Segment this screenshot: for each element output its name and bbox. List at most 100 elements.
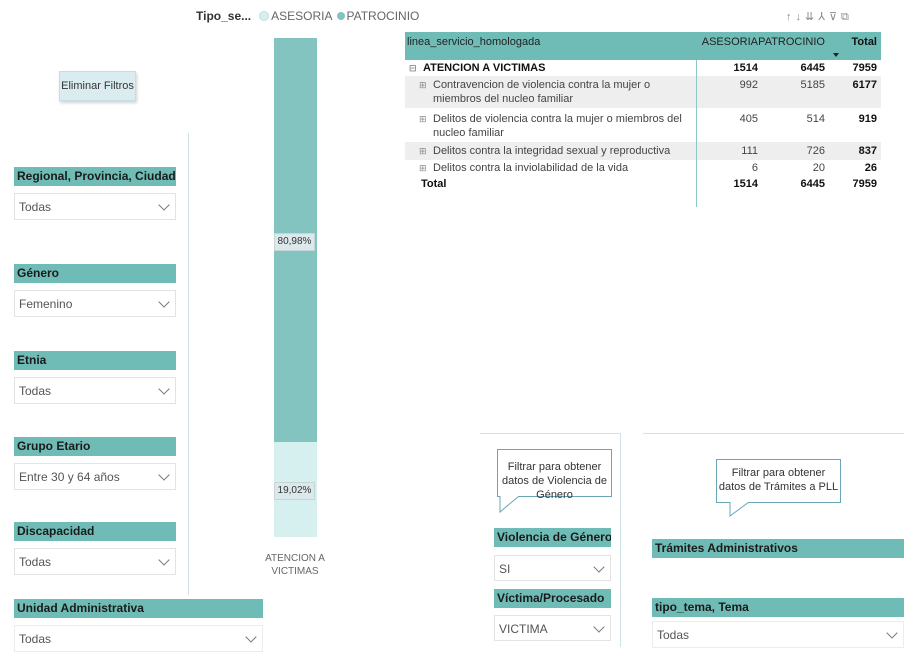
cell-asesoria: 1514 <box>733 178 758 190</box>
chevron-down-icon <box>593 621 605 633</box>
admin-unit-dropdown-value: Todas <box>19 632 52 646</box>
row-label: Delitos contra la integridad sexual y re… <box>433 145 671 157</box>
chart-legend: Tipo_se... ASESORIA PATROCINIO <box>196 9 419 23</box>
region-dropdown[interactable]: Todas <box>14 193 176 220</box>
hierarchy-icon[interactable]: ⅄ <box>818 11 829 23</box>
chevron-down-icon <box>158 554 170 566</box>
cell-patrocinio: 726 <box>806 145 825 157</box>
expand-icon[interactable]: ⊞ <box>419 78 433 108</box>
slicer-age-group-title: Grupo Etario <box>14 437 176 456</box>
clear-filters-button[interactable]: Eliminar Filtros <box>59 71 136 101</box>
cell-total: 26 <box>864 162 877 174</box>
chevron-down-icon <box>158 199 170 211</box>
cell-patrocinio: 6445 <box>800 178 825 190</box>
slicer-gender-violence-title: Violencia de Género <box>494 528 611 547</box>
gender-dropdown-value: Femenino <box>19 297 73 311</box>
slicer-gender: Género Femenino <box>14 264 176 317</box>
focus-mode-icon[interactable]: ⧉ <box>841 11 853 23</box>
gender-violence-dropdown-value: SI <box>499 562 511 576</box>
slicer-admin-procedures: Trámites Administrativos <box>652 539 904 558</box>
legend-item-patrocinio[interactable]: PATROCINIO <box>347 9 420 23</box>
slicer-disability: Discapacidad Todas <box>14 522 176 575</box>
x-axis-tick-label: ATENCION A VICTIMAS <box>265 553 325 577</box>
callout-tail <box>499 496 520 514</box>
callout-gender-violence: Filtrar para obtener datos de Violencia … <box>497 449 612 501</box>
column-header-patrocinio[interactable]: PATROCINIO <box>758 32 825 60</box>
age-group-dropdown[interactable]: Entre 30 y 64 años <box>14 463 176 490</box>
slicer-admin-unit-title: Unidad Administrativa <box>14 599 263 618</box>
visual-toolbar: ↑↓⇊⅄⊽⧉ <box>786 10 853 24</box>
chevron-down-icon <box>245 631 257 643</box>
sort-descending-icon <box>833 53 839 57</box>
slicer-topic: tipo_tema, Tema Todas <box>652 598 904 648</box>
panel-top-border <box>480 433 620 434</box>
slicer-gender-violence: Violencia de Género SI <box>494 528 611 581</box>
table-row: ⊞ Delitos de violencia contra la mujer o… <box>405 108 881 142</box>
column-header-asesoria[interactable]: ASESORIA <box>698 32 758 60</box>
slicer-region: Regional, Provincia, Ciudad Todas <box>14 167 176 220</box>
disability-dropdown[interactable]: Todas <box>14 548 176 575</box>
cell-total: 919 <box>858 113 877 125</box>
slicer-ethnicity: Etnia Todas <box>14 351 176 404</box>
expand-icon[interactable]: ⊞ <box>419 160 433 176</box>
slicer-panel-divider <box>188 133 189 595</box>
victim-dropdown-value: VICTIMA <box>499 622 548 636</box>
column-header-linea-servicio[interactable]: linea_servicio_homologada <box>405 32 698 60</box>
cell-asesoria: 405 <box>739 113 758 125</box>
ethnicity-dropdown[interactable]: Todas <box>14 377 176 404</box>
cell-patrocinio: 20 <box>812 162 825 174</box>
slicer-admin-unit: Unidad Administrativa Todas <box>14 599 263 652</box>
legend-item-asesoria[interactable]: ASESORIA <box>271 9 332 23</box>
cell-patrocinio: 6445 <box>800 62 825 74</box>
matrix-column-divider <box>696 60 697 207</box>
slicer-admin-procedures-title: Trámites Administrativos <box>652 539 904 558</box>
table-row: ⊞ Delitos contra la inviolabilidad de la… <box>405 160 881 176</box>
expand-down-icon[interactable]: ⇊ <box>805 11 818 23</box>
cell-total: 7959 <box>852 62 877 74</box>
expand-icon[interactable]: ⊞ <box>419 112 433 142</box>
gender-dropdown[interactable]: Femenino <box>14 290 176 317</box>
cell-total: 837 <box>858 145 877 157</box>
cell-total: 6177 <box>852 79 877 91</box>
row-label: Delitos de violencia contra la mujer o m… <box>433 113 682 139</box>
topic-dropdown[interactable]: Todas <box>652 621 904 648</box>
cell-asesoria: 1514 <box>733 62 758 74</box>
filter-icon[interactable]: ⊽ <box>829 11 841 23</box>
total-label: Total <box>421 178 447 190</box>
chevron-down-icon <box>158 383 170 395</box>
slicer-region-title: Regional, Provincia, Ciudad <box>14 167 176 186</box>
matrix-header-row: linea_servicio_homologada ASESORIA PATRO… <box>405 32 881 60</box>
ethnicity-dropdown-value: Todas <box>19 384 52 398</box>
row-label: Delitos contra la inviolabilidad de la v… <box>433 162 629 174</box>
victim-dropdown[interactable]: VICTIMA <box>494 615 611 641</box>
table-total-row: Total 1514 6445 7959 <box>405 176 881 192</box>
cell-asesoria: 111 <box>741 145 758 157</box>
data-label-asesoria: 19,02% <box>274 482 315 500</box>
slicer-disability-title: Discapacidad <box>14 522 176 541</box>
arrow-down-icon[interactable]: ↓ <box>796 11 806 23</box>
admin-unit-dropdown[interactable]: Todas <box>14 625 263 652</box>
arrow-up-icon[interactable]: ↑ <box>786 11 796 23</box>
cell-asesoria: 992 <box>739 79 758 91</box>
table-row: ⊞ Contravencion de violencia contra la m… <box>405 76 881 108</box>
legend-swatch-asesoria <box>259 11 270 21</box>
legend-title: Tipo_se... <box>196 9 252 23</box>
region-dropdown-value: Todas <box>19 200 52 214</box>
slicer-topic-title: tipo_tema, Tema <box>652 598 904 617</box>
row-label: ATENCION A VICTIMAS <box>423 62 546 74</box>
table-row: ⊞ Delitos contra la integridad sexual y … <box>405 142 881 160</box>
matrix-table: linea_servicio_homologada ASESORIA PATRO… <box>405 32 881 192</box>
slicer-gender-title: Género <box>14 264 176 283</box>
cell-total: 7959 <box>852 178 877 190</box>
gender-violence-dropdown[interactable]: SI <box>494 555 611 581</box>
collapse-icon[interactable]: ⊟ <box>409 60 423 76</box>
chevron-down-icon <box>593 561 605 573</box>
chevron-down-icon <box>886 627 898 639</box>
panel-divider <box>620 433 621 647</box>
age-group-dropdown-value: Entre 30 y 64 años <box>19 470 120 484</box>
callout-pll: Filtrar para obtener datos de Trámites a… <box>716 459 841 503</box>
expand-icon[interactable]: ⊞ <box>419 142 433 160</box>
callout-tail <box>729 502 750 517</box>
cell-patrocinio: 5185 <box>800 79 825 91</box>
panel-top-border <box>643 433 904 434</box>
